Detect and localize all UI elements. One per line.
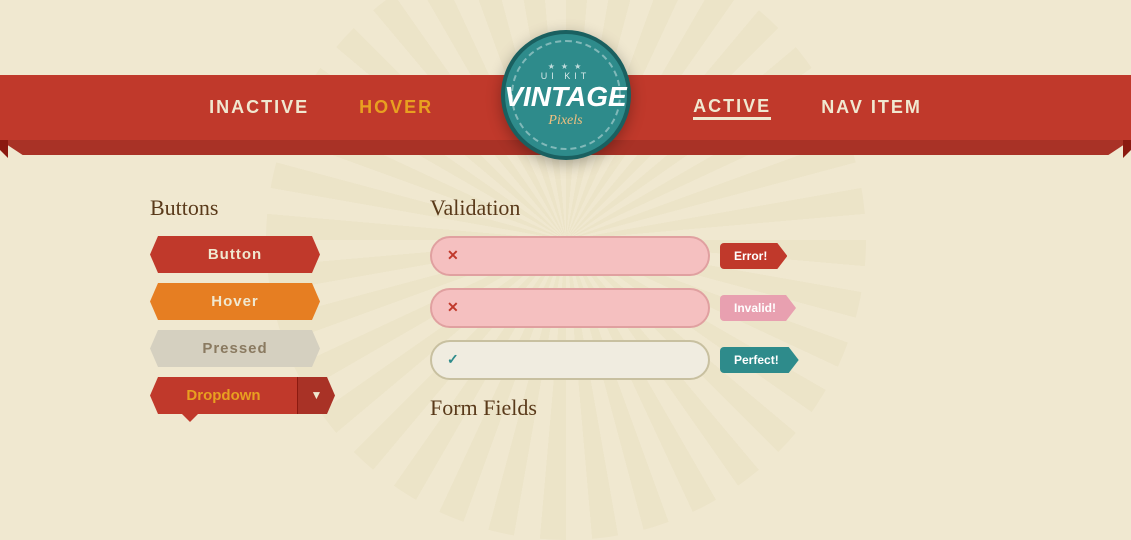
error-icon-2: ✕ [447, 300, 459, 317]
dropdown-wrapper: Dropdown ▼ [150, 377, 335, 414]
validation-field-error: ✕ Error! [430, 236, 981, 276]
logo-ui-kit-label: UI Kit [541, 71, 591, 81]
dropdown-caret-icon [180, 412, 200, 422]
validation-section-title: Validation [430, 195, 981, 221]
logo-circle: ★ ★ ★ UI Kit VINTAGE Pixels [501, 30, 631, 160]
form-fields-section-title: Form Fields [430, 395, 981, 421]
input-field-error[interactable]: ✕ [430, 236, 710, 276]
dropdown-button-container: Dropdown ▼ [150, 377, 335, 414]
button-default[interactable]: Button [150, 236, 320, 273]
dropdown-arrow-icon: ▼ [311, 388, 323, 403]
ribbon-right [1123, 140, 1131, 158]
ribbon-left [0, 140, 8, 158]
error-icon-1: ✕ [447, 248, 459, 265]
button-hover[interactable]: Hover [150, 283, 320, 320]
validation-section: Validation ✕ Error! ✕ Invalid! ✓ Perfect… [370, 195, 981, 480]
buttons-section: Buttons Button Hover Pressed Dropdown ▼ [150, 195, 370, 480]
input-field-invalid[interactable]: ✕ [430, 288, 710, 328]
badge-invalid: Invalid! [720, 295, 796, 321]
logo-pixels-text: Pixels [548, 113, 582, 129]
validation-field-valid: ✓ Perfect! [430, 340, 981, 380]
nav-item-hover[interactable]: HOVER [359, 97, 433, 118]
nav-item-active[interactable]: ACTIVE [693, 96, 771, 120]
nav-item-inactive[interactable]: INACTIVE [209, 97, 309, 118]
main-content: Buttons Button Hover Pressed Dropdown ▼ … [0, 175, 1131, 500]
input-field-valid[interactable]: ✓ [430, 340, 710, 380]
logo-stars: ★ ★ ★ [548, 62, 584, 71]
validation-field-invalid: ✕ Invalid! [430, 288, 981, 328]
badge-perfect: Perfect! [720, 347, 799, 373]
dropdown-arrow-button[interactable]: ▼ [297, 377, 335, 414]
dropdown-main-button[interactable]: Dropdown [150, 377, 297, 414]
badge-error: Error! [720, 243, 787, 269]
button-pressed[interactable]: Pressed [150, 330, 320, 367]
logo-vintage-text: VINTAGE [504, 83, 626, 111]
buttons-section-title: Buttons [150, 195, 370, 221]
check-icon: ✓ [447, 352, 459, 369]
nav-item-nav-item[interactable]: NAV ITEM [821, 97, 922, 118]
